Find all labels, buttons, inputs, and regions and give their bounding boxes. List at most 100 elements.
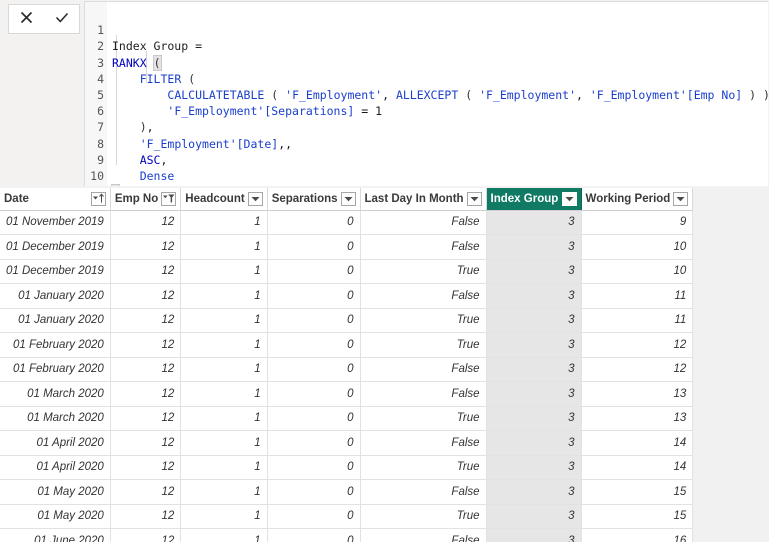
- table-cell[interactable]: 13: [581, 406, 694, 431]
- table-cell[interactable]: True: [360, 504, 487, 529]
- table-cell[interactable]: 0: [267, 455, 361, 480]
- table-cell[interactable]: 1: [180, 283, 268, 309]
- table-cell[interactable]: 3: [486, 332, 582, 358]
- accept-button[interactable]: [49, 6, 75, 32]
- table-cell[interactable]: 12: [110, 357, 182, 382]
- table-cell[interactable]: 1: [180, 430, 268, 456]
- table-cell[interactable]: 0: [267, 259, 361, 284]
- table-cell[interactable]: 3: [486, 283, 582, 309]
- table-cell[interactable]: 1: [180, 479, 268, 505]
- table-cell[interactable]: 0: [267, 504, 361, 529]
- table-cell[interactable]: 01 March 2020: [0, 406, 111, 431]
- table-cell[interactable]: 3: [486, 430, 582, 456]
- table-cell[interactable]: 10: [581, 234, 694, 260]
- table-cell[interactable]: 01 January 2020: [0, 283, 111, 309]
- table-cell[interactable]: 12: [110, 259, 182, 284]
- table-cell[interactable]: 1: [180, 504, 268, 529]
- table-cell[interactable]: 0: [267, 210, 361, 235]
- table-row[interactable]: 01 June 2020 12 1 0 False 3 16: [0, 528, 694, 542]
- table-row[interactable]: 01 April 2020 12 1 0 True 3 14: [0, 455, 694, 480]
- table-cell[interactable]: 3: [486, 357, 582, 382]
- table-cell[interactable]: 3: [486, 406, 582, 431]
- table-cell[interactable]: 1: [180, 528, 268, 542]
- column-menu-button-sort-ascending[interactable]: [90, 191, 106, 206]
- column-header-date[interactable]: Date: [0, 188, 111, 211]
- table-cell[interactable]: 3: [486, 308, 582, 333]
- column-header-last-day-in-month[interactable]: Last Day In Month: [360, 188, 487, 211]
- cancel-button[interactable]: [14, 6, 40, 32]
- table-cell[interactable]: 3: [486, 528, 582, 542]
- table-cell[interactable]: 01 February 2020: [0, 357, 111, 382]
- table-cell[interactable]: 3: [486, 210, 582, 235]
- column-header-separations[interactable]: Separations: [267, 188, 361, 211]
- table-cell[interactable]: 12: [110, 210, 182, 235]
- column-header-headcount[interactable]: Headcount: [180, 188, 268, 211]
- table-cell[interactable]: 01 May 2020: [0, 504, 111, 529]
- table-cell[interactable]: 11: [581, 283, 694, 309]
- table-row[interactable]: 01 January 2020 12 1 0 True 3 11: [0, 308, 694, 333]
- table-cell[interactable]: 1: [180, 259, 268, 284]
- table-cell[interactable]: 3: [486, 504, 582, 529]
- table-cell[interactable]: 01 March 2020: [0, 381, 111, 407]
- table-cell[interactable]: 01 April 2020: [0, 430, 111, 456]
- table-cell[interactable]: 12: [581, 332, 694, 358]
- table-cell[interactable]: True: [360, 455, 487, 480]
- table-cell[interactable]: 16: [581, 528, 694, 542]
- table-cell[interactable]: 3: [486, 455, 582, 480]
- table-cell[interactable]: 3: [486, 234, 582, 260]
- table-cell[interactable]: 0: [267, 283, 361, 309]
- table-cell[interactable]: 01 December 2019: [0, 234, 111, 260]
- data-grid-area[interactable]: Date Emp No Headcount Separations Last Day I…: [0, 188, 769, 542]
- table-cell[interactable]: True: [360, 259, 487, 284]
- table-cell[interactable]: True: [360, 406, 487, 431]
- column-header-index-group[interactable]: Index Group: [486, 188, 582, 211]
- table-cell[interactable]: 14: [581, 455, 694, 480]
- table-row[interactable]: 01 February 2020 12 1 0 True 3 12: [0, 332, 694, 358]
- table-cell[interactable]: 0: [267, 308, 361, 333]
- table-cell[interactable]: 0: [267, 479, 361, 505]
- table-cell[interactable]: 12: [110, 332, 182, 358]
- table-cell[interactable]: 12: [110, 430, 182, 456]
- dax-formula-editor[interactable]: 1 Index Group = 2 RANKX ( 3 FILTER ( 4 C…: [84, 1, 768, 186]
- table-cell[interactable]: 01 April 2020: [0, 455, 111, 480]
- table-cell[interactable]: 12: [110, 381, 182, 407]
- table-cell[interactable]: 1: [180, 381, 268, 407]
- column-menu-button[interactable]: [673, 191, 689, 206]
- table-row[interactable]: 01 March 2020 12 1 0 True 3 13: [0, 406, 694, 431]
- table-cell[interactable]: 14: [581, 430, 694, 456]
- column-menu-button[interactable]: [340, 191, 356, 206]
- table-cell[interactable]: 1: [180, 210, 268, 235]
- table-cell[interactable]: 0: [267, 332, 361, 358]
- table-cell[interactable]: 0: [267, 430, 361, 456]
- column-menu-button[interactable]: [466, 191, 482, 206]
- table-cell[interactable]: 1: [180, 357, 268, 382]
- table-cell[interactable]: 11: [581, 308, 694, 333]
- table-cell[interactable]: 12: [110, 234, 182, 260]
- table-cell[interactable]: 12: [110, 308, 182, 333]
- table-row[interactable]: 01 May 2020 12 1 0 True 3 15: [0, 504, 694, 529]
- table-cell[interactable]: 9: [581, 210, 694, 235]
- table-cell[interactable]: 1: [180, 234, 268, 260]
- column-menu-button[interactable]: [561, 191, 577, 206]
- table-row[interactable]: 01 January 2020 12 1 0 False 3 11: [0, 283, 694, 309]
- table-cell[interactable]: 1: [180, 406, 268, 431]
- table-cell[interactable]: 0: [267, 528, 361, 542]
- table-cell[interactable]: False: [360, 210, 487, 235]
- table-cell[interactable]: 12: [110, 283, 182, 309]
- table-cell[interactable]: 3: [486, 479, 582, 505]
- table-row[interactable]: 01 November 2019 12 1 0 False 3 9: [0, 210, 694, 235]
- table-cell[interactable]: 1: [180, 308, 268, 333]
- table-cell[interactable]: 12: [110, 406, 182, 431]
- table-cell[interactable]: 10: [581, 259, 694, 284]
- table-cell[interactable]: 01 January 2020: [0, 308, 111, 333]
- table-cell[interactable]: 0: [267, 357, 361, 382]
- table-cell[interactable]: 12: [110, 455, 182, 480]
- table-cell[interactable]: 0: [267, 381, 361, 407]
- table-cell[interactable]: False: [360, 479, 487, 505]
- column-header-working-period[interactable]: Working Period: [581, 188, 694, 211]
- table-cell[interactable]: 12: [581, 357, 694, 382]
- table-cell[interactable]: 01 May 2020: [0, 479, 111, 505]
- table-cell[interactable]: 01 November 2019: [0, 210, 111, 235]
- column-header-emp-no[interactable]: Emp No: [110, 188, 182, 211]
- table-cell[interactable]: False: [360, 234, 487, 260]
